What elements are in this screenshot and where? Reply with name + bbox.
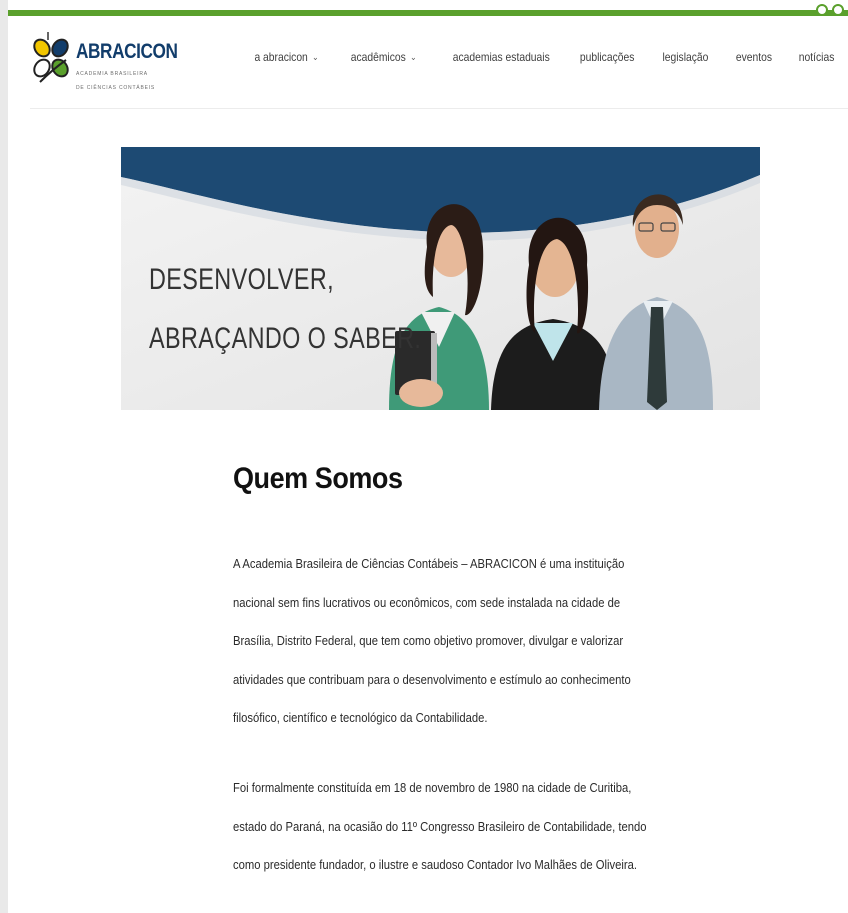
main-nav: a abracicon ⌄ acadêmicos ⌄ academias est… xyxy=(223,50,834,64)
page-title: Quem Somos xyxy=(233,462,403,495)
social-icon[interactable] xyxy=(816,4,828,16)
chevron-down-icon: ⌄ xyxy=(409,51,417,62)
main-content: Quem Somos A Academia Brasileira de Ciên… xyxy=(233,462,653,872)
logo-name: ABRACICON xyxy=(76,40,178,63)
nav-item-academicos[interactable]: acadêmicos ⌄ xyxy=(350,50,416,64)
nav-item-label: academias estaduais xyxy=(452,50,550,64)
nav-item-publicacoes[interactable]: publicações xyxy=(580,50,635,64)
nav-item-academias-estaduais[interactable]: academias estaduais xyxy=(453,50,550,64)
social-icons xyxy=(816,4,844,16)
site-logo[interactable]: ABRACICON ACADEMIA BRASILEIRA DE CIÊNCIA… xyxy=(30,30,200,92)
header-divider xyxy=(30,108,848,109)
nav-item-label: eventos xyxy=(735,50,772,64)
nav-item-eventos[interactable]: eventos xyxy=(735,50,771,64)
chevron-down-icon: ⌄ xyxy=(312,51,319,62)
social-icon[interactable] xyxy=(832,4,844,16)
nav-item-label: a abracicon xyxy=(254,50,308,64)
nav-item-legislacao[interactable]: legislação xyxy=(663,50,709,64)
logo-subtitle-line1: ACADEMIA BRASILEIRA xyxy=(76,71,148,77)
page: ABRACICON ACADEMIA BRASILEIRA DE CIÊNCIA… xyxy=(8,0,848,913)
logo-mark-icon xyxy=(33,32,69,83)
nav-item-noticias[interactable]: notícias xyxy=(798,50,834,64)
about-paragraph-2: Foi formalmente constituída em 18 de nov… xyxy=(233,781,647,872)
site-header: ABRACICON ACADEMIA BRASILEIRA DE CIÊNCIA… xyxy=(8,16,848,108)
logo-text: ABRACICON ACADEMIA BRASILEIRA DE CIÊNCIA… xyxy=(76,30,200,92)
logo-subtitle-line2: DE CIÊNCIAS CONTÁBEIS xyxy=(76,85,156,91)
about-paragraph-1: A Academia Brasileira de Ciências Contáb… xyxy=(233,557,631,725)
nav-item-label: acadêmicos xyxy=(350,50,406,64)
hero-banner: DESENVOLVER, ABRAÇANDO O SABER. xyxy=(121,147,760,410)
nav-item-label: legislação xyxy=(662,50,709,64)
nav-item-label: publicações xyxy=(579,50,635,64)
banner-headline-line2: ABRAÇANDO O SABER. xyxy=(149,322,422,355)
banner-headline-line1: DESENVOLVER, xyxy=(149,263,335,296)
nav-item-a-abracicon[interactable]: a abracicon ⌄ xyxy=(254,50,318,64)
nav-item-label: notícias xyxy=(798,50,834,64)
